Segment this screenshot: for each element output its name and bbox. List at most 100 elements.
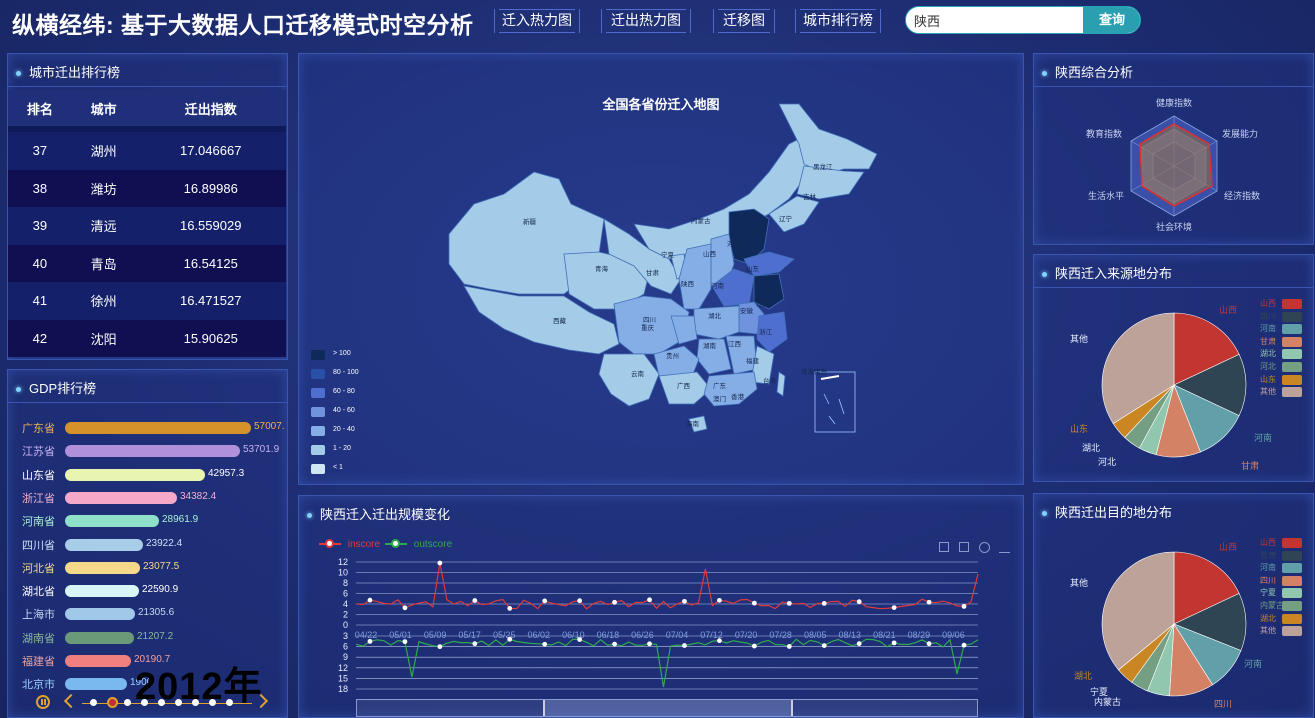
table-row: 38 潍坊 16.89986 <box>8 169 286 207</box>
legend-label[interactable]: 四川 <box>1260 311 1276 322</box>
search-button[interactable]: 查询 <box>1083 7 1140 33</box>
province-label: 湖北 <box>708 313 721 320</box>
radar-axis-label: 社会环境 <box>1156 222 1193 232</box>
inscore-line-point <box>437 560 443 566</box>
province-label: 重庆 <box>641 325 654 332</box>
legend-label[interactable]: 山西 <box>1260 537 1276 548</box>
rank-table: 排名 城市 迁出指数 37 湖州 17.046667 38 潍坊 16.89986 39… <box>8 90 286 357</box>
legend-swatch[interactable] <box>1282 613 1302 624</box>
prev-year-icon[interactable] <box>63 693 79 709</box>
legend-label[interactable]: 湖北 <box>1260 613 1276 624</box>
legend-swatch[interactable] <box>1282 324 1302 335</box>
inscore-line-point <box>926 599 932 605</box>
legend-swatch[interactable] <box>1282 336 1302 347</box>
outscore-line-point <box>402 639 408 645</box>
province-label: 甘肃 <box>646 270 659 277</box>
province-label: 黑龙江 <box>813 164 833 171</box>
outscore-line-point <box>786 644 792 649</box>
pie-label: 河南 <box>1244 659 1263 669</box>
legend-swatch[interactable] <box>1282 575 1302 586</box>
legend-label[interactable]: 四川 <box>1260 575 1276 586</box>
legend-swatch[interactable] <box>1282 387 1302 398</box>
outscore-line-point <box>891 640 897 646</box>
cell-city: 湖州 <box>90 144 117 160</box>
inscore-line-point <box>856 599 862 605</box>
outscore-line-point <box>542 641 548 647</box>
cell-rank: 42 <box>32 330 48 346</box>
gdp-bar <box>65 631 134 644</box>
legend-swatch[interactable] <box>1282 588 1302 599</box>
legend-label[interactable]: 湖北 <box>1260 348 1276 359</box>
legend-label[interactable]: 河南 <box>1260 562 1276 573</box>
legend-swatch[interactable] <box>1282 349 1302 360</box>
inscore-line-point <box>891 605 897 611</box>
pie-label: 河北 <box>1098 457 1117 467</box>
legend-swatch[interactable] <box>1282 626 1302 637</box>
legend-label[interactable]: 河北 <box>1260 361 1276 372</box>
legend-label: 60 - 80 <box>333 388 355 395</box>
gdp-row: 湖南省 21207.2 <box>8 628 288 648</box>
cell-index: 16.559029 <box>179 218 242 234</box>
search-input[interactable] <box>906 7 1083 33</box>
legend-label[interactable]: 甘肃 <box>1260 336 1276 347</box>
outscore-line-point <box>961 642 967 648</box>
app-title: 纵横经纬: 基于大数据人口迁移模式时空分析 <box>12 12 474 38</box>
legend-swatch[interactable] <box>1282 563 1302 574</box>
gdp-value-label: 23077.5 <box>143 560 180 572</box>
gdp-row: 四川省 23922.4 <box>8 535 288 555</box>
cell-rank: 39 <box>32 218 48 234</box>
timeline-dot[interactable] <box>90 699 97 706</box>
column-header-rank: 排名 <box>8 90 72 126</box>
x-tick-label: 06/18 <box>597 630 620 640</box>
gdp-province-label: 广东省 <box>22 423 55 435</box>
timeline-dot[interactable] <box>124 699 131 706</box>
bullet-icon <box>16 387 21 393</box>
data-zoom-handle[interactable] <box>543 700 793 716</box>
gdp-province-label: 江苏省 <box>22 446 55 459</box>
province-label: 河北 <box>727 241 740 248</box>
legend-label[interactable]: 其他 <box>1260 386 1276 397</box>
data-zoom-slider[interactable] <box>356 699 978 717</box>
legend-swatch[interactable] <box>1282 538 1302 548</box>
radar-chart <box>1130 115 1218 217</box>
cell-city: 清远 <box>90 219 117 235</box>
legend-swatch[interactable] <box>1282 550 1302 561</box>
legend-label[interactable]: 山西 <box>1260 298 1276 309</box>
pause-button[interactable] <box>36 695 50 709</box>
x-tick-label: 05/17 <box>458 630 481 640</box>
legend-swatch[interactable] <box>1282 311 1302 322</box>
legend-swatch[interactable] <box>1282 601 1302 611</box>
outscore-line-point <box>856 641 862 647</box>
gdp-province-label: 上海市 <box>22 609 55 622</box>
gdp-value-label: 53701.9 <box>243 444 280 456</box>
outscore-line-point <box>472 641 478 647</box>
province-label: 江苏 <box>756 301 769 308</box>
legend-swatch[interactable] <box>1282 299 1302 309</box>
inscore-line-point <box>507 605 513 611</box>
province-label: 河南 <box>711 283 724 290</box>
tab-city-rank[interactable]: 城市排行榜 <box>795 9 881 33</box>
legend-label[interactable]: 河南 <box>1260 323 1276 334</box>
legend-label[interactable]: 山东 <box>1260 374 1276 385</box>
gdp-value-label: 21207.2 <box>137 630 174 642</box>
timeline-dot[interactable] <box>107 697 118 708</box>
tab-migration-map[interactable]: 迁移图 <box>713 9 775 33</box>
legend-swatch[interactable] <box>1282 362 1302 372</box>
gdp-bar <box>65 678 127 691</box>
province-label: 香港 <box>731 394 744 401</box>
gdp-value-label: 34382.4 <box>180 490 217 502</box>
legend-swatch[interactable] <box>1282 374 1302 385</box>
x-tick-label: 07/04 <box>666 630 689 640</box>
legend-label[interactable]: 甘肃 <box>1260 550 1276 561</box>
divider <box>8 402 287 403</box>
province-label: 山东 <box>746 266 759 273</box>
legend-label[interactable]: 宁夏 <box>1260 587 1276 598</box>
tab-out-heatmap[interactable]: 迁出热力图 <box>601 9 691 33</box>
province-label: 青海 <box>595 266 608 273</box>
gdp-value-label: 21305.6 <box>138 607 175 619</box>
legend-label[interactable]: 其他 <box>1260 625 1276 636</box>
table-row: 39 清远 16.559029 <box>8 207 286 245</box>
legend-swatch <box>311 388 325 398</box>
legend-label[interactable]: 内蒙古 <box>1260 600 1284 611</box>
tab-in-heatmap[interactable]: 迁入热力图 <box>494 9 580 33</box>
